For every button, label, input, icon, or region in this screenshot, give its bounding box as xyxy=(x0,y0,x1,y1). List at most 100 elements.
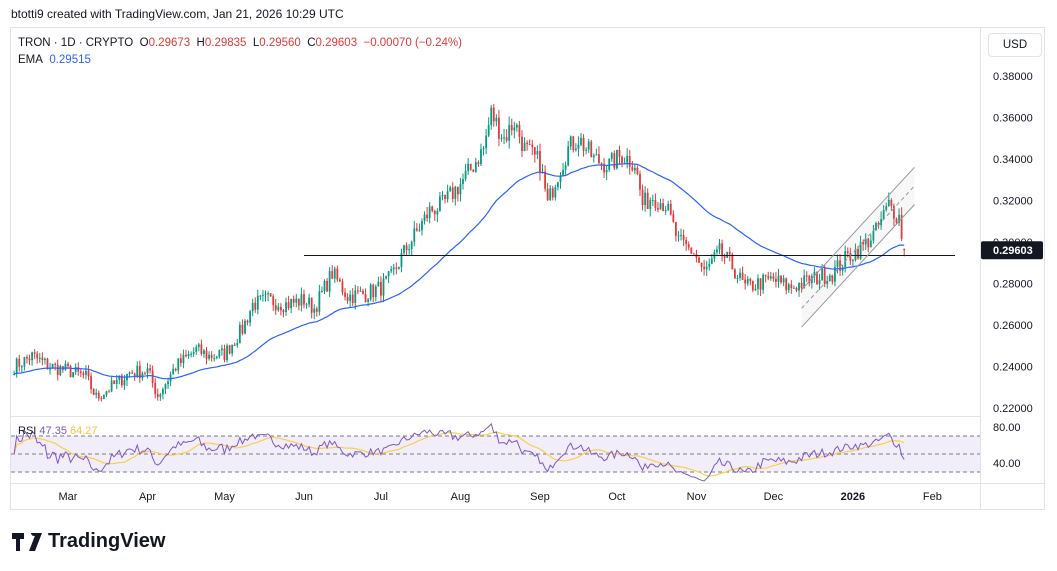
candle-body xyxy=(613,153,616,169)
candle-body xyxy=(580,137,582,145)
candle-body xyxy=(308,297,311,305)
candle-body xyxy=(526,142,529,145)
x-tick-label: May xyxy=(214,491,235,503)
rsi-ma-value: 64.27 xyxy=(70,425,98,437)
candle-body xyxy=(800,282,803,289)
candle-body xyxy=(728,251,731,255)
candle-body xyxy=(777,275,780,282)
chart-canvas[interactable]: 0.380000.360000.340000.320000.300000.280… xyxy=(0,0,1057,571)
candle-body xyxy=(759,278,762,290)
candle-body xyxy=(654,200,657,208)
candle-body xyxy=(328,271,331,292)
channel-fill xyxy=(801,167,915,328)
candle-body xyxy=(787,284,790,291)
candle-body xyxy=(385,276,387,279)
candle-body xyxy=(610,153,613,159)
candle-body xyxy=(115,379,118,385)
candle-body xyxy=(723,256,726,258)
last-price-label: 0.29603 xyxy=(993,245,1033,257)
candle-body xyxy=(551,188,554,198)
candle-body xyxy=(231,344,234,354)
candle-body xyxy=(154,382,157,395)
candle-body xyxy=(187,354,190,357)
candle-body xyxy=(326,280,328,292)
candle-body xyxy=(557,182,559,188)
candle-body xyxy=(744,279,747,284)
currency-button[interactable]: USD xyxy=(988,33,1042,57)
x-tick-label: Apr xyxy=(139,491,156,503)
pane-divider xyxy=(11,416,980,417)
candle-body xyxy=(633,167,636,171)
candle-body xyxy=(23,357,26,367)
candle-body xyxy=(600,163,603,165)
candle-body xyxy=(449,187,452,192)
candle-body xyxy=(669,203,672,215)
candle-body xyxy=(515,124,518,128)
candle-body xyxy=(397,266,400,269)
candle-body xyxy=(736,277,739,279)
candle-body xyxy=(108,391,110,393)
candle-body xyxy=(362,290,364,295)
candle-body xyxy=(305,304,308,306)
candle-body xyxy=(249,311,252,323)
candle-body xyxy=(659,203,662,210)
candle-body xyxy=(749,278,752,282)
candle-body xyxy=(233,344,236,346)
candle-body xyxy=(721,243,723,257)
candle-body xyxy=(618,149,621,157)
channel-line xyxy=(801,166,915,291)
candle-body xyxy=(372,284,375,298)
candle-body xyxy=(256,295,259,310)
candle-body xyxy=(592,155,595,158)
candle-body xyxy=(356,290,359,292)
candle-body xyxy=(262,294,264,296)
candle-body xyxy=(664,209,667,212)
candle-body xyxy=(151,370,154,383)
candle-body xyxy=(136,365,139,377)
candle-body xyxy=(500,137,503,139)
candle-body xyxy=(92,389,95,395)
candle-body xyxy=(169,374,172,382)
candle-body xyxy=(698,257,700,263)
candle-body xyxy=(318,291,321,312)
candle-body xyxy=(192,351,195,354)
candle-body xyxy=(682,235,685,240)
candle-body xyxy=(474,162,477,172)
candle-body xyxy=(97,392,100,399)
candle-body xyxy=(785,278,788,291)
candle-body xyxy=(95,392,98,395)
candle-body xyxy=(772,276,775,279)
candle-body xyxy=(639,173,641,190)
candle-body xyxy=(359,290,362,292)
x-tick-label: Dec xyxy=(764,491,784,503)
candle-body xyxy=(28,358,31,361)
candle-body xyxy=(162,389,164,395)
rsi-value: 47.35 xyxy=(39,425,67,437)
candle-body xyxy=(687,244,690,248)
rsi-legend: RSI 47.35 64.27 xyxy=(18,425,98,437)
rsi-label: RSI xyxy=(18,425,37,437)
candle-body xyxy=(598,154,600,164)
time-axis-border xyxy=(11,483,1044,484)
candle-body xyxy=(64,363,67,370)
candle-body xyxy=(757,278,759,289)
candle-body xyxy=(480,149,482,165)
candle-body xyxy=(734,269,736,279)
candle-body xyxy=(631,166,634,171)
candle-body xyxy=(182,354,185,363)
candle-body xyxy=(85,370,87,375)
candle-body xyxy=(177,358,180,371)
candle-body xyxy=(321,290,323,292)
x-tick-label: Aug xyxy=(451,491,471,503)
candle-body xyxy=(439,196,441,211)
candle-body xyxy=(113,380,116,385)
y-tick-label: 0.22000 xyxy=(993,403,1033,415)
candle-body xyxy=(574,148,577,151)
candle-body xyxy=(110,380,113,392)
candle-body xyxy=(369,284,372,300)
candle-body xyxy=(333,268,336,279)
open-label: O xyxy=(139,37,149,49)
candle-body xyxy=(282,310,285,313)
high-label: H xyxy=(196,37,205,49)
candle-body xyxy=(672,214,675,223)
